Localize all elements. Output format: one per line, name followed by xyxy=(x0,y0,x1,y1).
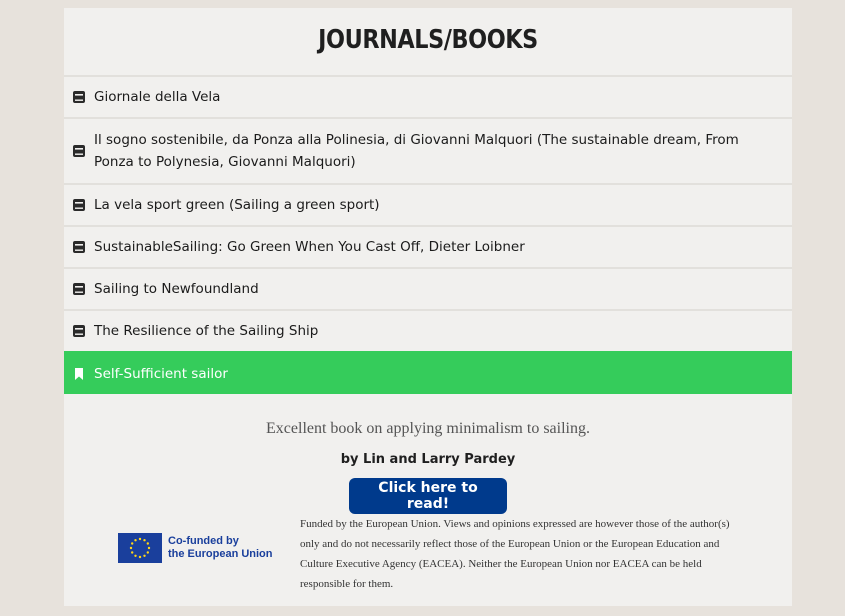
funding-disclaimer: Funded by the European Union. Views and … xyxy=(300,518,730,590)
book-icon xyxy=(72,144,86,158)
book-icon xyxy=(72,282,86,296)
book-icon xyxy=(72,324,86,338)
list-item-giornale-della-vela[interactable]: Giornale della Vela xyxy=(64,75,792,117)
list-item-il-sogno-sostenibile[interactable]: Il sogno sostenibile, da Ponza alla Poli… xyxy=(64,117,792,183)
list-item-label: Self-Sufficient sailor xyxy=(94,365,228,382)
list-item-label: Il sogno sostenibile, da Ponza alla Poli… xyxy=(94,132,739,170)
eu-logo-text: Co-funded by the European Union xyxy=(168,535,273,561)
funding-footer: Co-funded by the European Union Funded b… xyxy=(64,511,792,601)
eu-flag-icon xyxy=(118,533,162,563)
book-list: Giornale della Vela Il sogno sostenibile… xyxy=(64,75,792,394)
list-item-sustainable-sailing[interactable]: SustainableSailing: Go Green When You Ca… xyxy=(64,225,792,267)
book-detail-panel: Excellent book on applying minimalism to… xyxy=(64,394,792,514)
eu-cofunded-logo: Co-funded by the European Union xyxy=(118,533,273,563)
read-button[interactable]: Click here to read! xyxy=(349,478,507,514)
list-item-label: Giornale della Vela xyxy=(94,89,221,105)
list-item-label: La vela sport green (Sailing a green spo… xyxy=(94,197,380,213)
bookmark-icon xyxy=(72,367,86,381)
page-title: JOURNALS/BOOKS xyxy=(318,25,538,55)
list-item-resilience-of-the-sailing-ship[interactable]: The Resilience of the Sailing Ship xyxy=(64,309,792,351)
list-item-sailing-to-newfoundland[interactable]: Sailing to Newfoundland xyxy=(64,267,792,309)
list-item-la-vela-sport-green[interactable]: La vela sport green (Sailing a green spo… xyxy=(64,183,792,225)
eu-logo-line1: Co-funded by xyxy=(168,535,239,547)
list-item-label: SustainableSailing: Go Green When You Ca… xyxy=(94,239,525,255)
eu-logo-line2: the European Union xyxy=(168,548,273,560)
book-icon xyxy=(72,90,86,104)
list-item-self-sufficient-sailor[interactable]: Self-Sufficient sailor xyxy=(64,351,792,394)
list-item-label: Sailing to Newfoundland xyxy=(94,281,259,297)
journals-card: JOURNALS/BOOKS Giornale della Vela Il so… xyxy=(64,8,792,606)
book-icon xyxy=(72,198,86,212)
book-description: Excellent book on applying minimalism to… xyxy=(266,420,590,437)
book-author: by Lin and Larry Pardey xyxy=(340,452,516,467)
book-icon xyxy=(72,240,86,254)
list-item-label: The Resilience of the Sailing Ship xyxy=(94,323,319,339)
